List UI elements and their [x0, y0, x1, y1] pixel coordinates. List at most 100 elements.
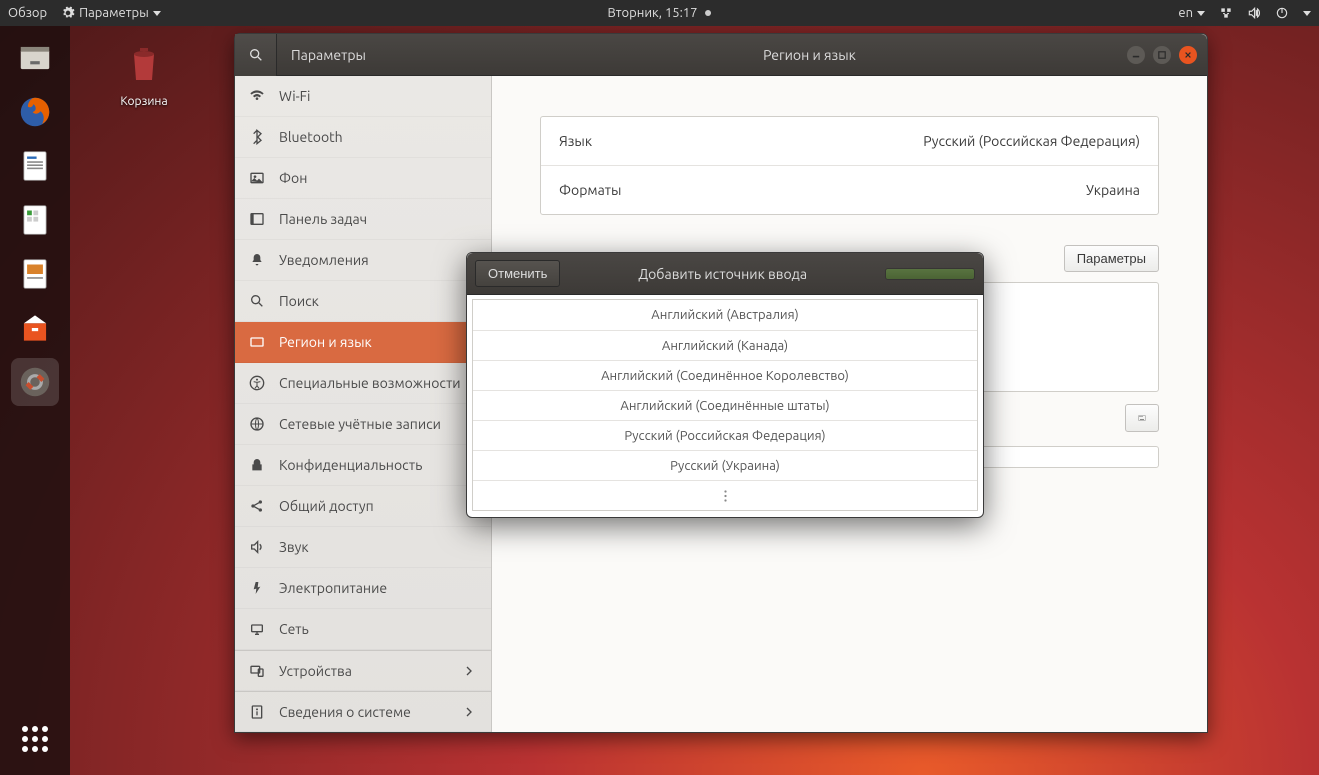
sidebar-item-label: Регион и язык [279, 334, 372, 350]
input-source-option[interactable]: Русский (Российская Федерация) [473, 420, 977, 450]
volume-icon[interactable] [1247, 6, 1261, 20]
input-sources-options-button[interactable]: Параметры [1064, 245, 1159, 272]
minimize-icon [1132, 51, 1140, 59]
input-source-options: Английский (Австралия)Английский (Канада… [467, 295, 983, 517]
add-input-source-dialog: Отменить Добавить источник ввода Английс… [466, 252, 984, 518]
dialog-titlebar[interactable]: Отменить Добавить источник ввода [467, 253, 983, 295]
firefox-icon [16, 93, 54, 131]
sidebar-item-wifi[interactable]: Wi-Fi [235, 76, 491, 117]
input-source-option[interactable]: Английский (Канада) [473, 330, 977, 360]
more-options-button[interactable] [473, 480, 977, 510]
activities-button[interactable]: Обзор [8, 6, 47, 20]
input-source-option[interactable]: Английский (Соединённые штаты) [473, 390, 977, 420]
formats-row[interactable]: Форматы Украина [541, 165, 1158, 214]
chevron-down-icon [153, 11, 161, 16]
sidebar-item-bluetooth[interactable]: Bluetooth [235, 117, 491, 158]
chevron-down-icon [1303, 11, 1311, 16]
chevron-down-icon [1197, 11, 1205, 16]
network-icon[interactable] [1219, 6, 1233, 20]
region-language-group: Язык Русский (Российская Федерация) Форм… [540, 116, 1159, 215]
app-menu[interactable]: Параметры [61, 6, 161, 20]
keyboard-layout-button[interactable] [1125, 404, 1159, 432]
sidebar-item-accounts[interactable]: Сетевые учётные записи [235, 404, 491, 445]
more-vertical-icon [724, 489, 727, 503]
keyboard-icon [1138, 411, 1146, 425]
sidebar-item-label: Общий доступ [279, 498, 374, 514]
dock-item-calc[interactable] [11, 196, 59, 244]
sidebar-item-bell[interactable]: Уведомления [235, 240, 491, 281]
add-button[interactable] [885, 268, 975, 280]
bell-icon [249, 252, 265, 268]
search-icon [249, 293, 265, 309]
sidebar-item-power[interactable]: Электропитание [235, 568, 491, 609]
sidebar-item-label: Специальные возможности [279, 375, 461, 391]
clock[interactable]: Вторник, 15:17 [608, 6, 712, 20]
settings-sidebar: Wi-Fi Bluetooth Фон Панель задач Уведомления… [235, 76, 492, 732]
dock-item-writer[interactable] [11, 142, 59, 190]
files-icon [16, 39, 54, 77]
maximize-button[interactable] [1153, 46, 1171, 64]
dialog-title: Добавить источник ввода [568, 266, 877, 282]
cancel-button[interactable]: Отменить [475, 260, 560, 287]
input-source-option[interactable]: Английский (Соединённое Королевство) [473, 360, 977, 390]
dock [0, 26, 70, 775]
panel-title: Регион и язык [492, 47, 1127, 63]
dock-item-files[interactable] [11, 34, 59, 82]
share-icon [249, 498, 265, 514]
dock-item-settings[interactable] [11, 358, 59, 406]
sidebar-item-network[interactable]: Сеть [235, 609, 491, 650]
sidebar-item-background[interactable]: Фон [235, 158, 491, 199]
sidebar-item-label: Фон [279, 170, 307, 186]
sidebar-item-search[interactable]: Поиск [235, 281, 491, 322]
sidebar-item-share[interactable]: Общий доступ [235, 486, 491, 527]
lang-label: en [1178, 6, 1193, 20]
sidebar-item-dock[interactable]: Панель задач [235, 199, 491, 240]
network-icon [249, 621, 265, 637]
formats-row-label: Форматы [559, 182, 621, 198]
sidebar-item-devices[interactable]: Устройства [235, 650, 491, 691]
language-row-label: Язык [559, 133, 592, 149]
writer-icon [16, 147, 54, 185]
sidebar-item-label: Уведомления [279, 252, 369, 268]
sidebar-search-button[interactable] [235, 34, 277, 76]
impress-icon [16, 255, 54, 293]
maximize-icon [1158, 51, 1166, 59]
power-icon[interactable] [1275, 6, 1289, 20]
sidebar-item-privacy[interactable]: Конфиденциальность [235, 445, 491, 486]
dock-icon [249, 211, 265, 227]
dock-item-firefox[interactable] [11, 88, 59, 136]
input-language-indicator[interactable]: en [1178, 6, 1205, 20]
sidebar-item-label: Панель задач [279, 211, 367, 227]
sidebar-item-sound[interactable]: Звук [235, 527, 491, 568]
region-icon [249, 334, 265, 350]
background-icon [249, 170, 265, 186]
privacy-icon [249, 457, 265, 473]
sidebar-item-label: Электропитание [279, 580, 387, 596]
desktop-trash[interactable]: Корзина [104, 40, 184, 108]
minimize-button[interactable] [1127, 46, 1145, 64]
devices-icon [249, 663, 265, 679]
sidebar-item-label: Звук [279, 539, 309, 555]
chevron-right-icon [461, 704, 477, 720]
bluetooth-icon [249, 129, 265, 145]
input-source-option[interactable]: Русский (Украина) [473, 450, 977, 480]
dock-item-impress[interactable] [11, 250, 59, 298]
language-row[interactable]: Язык Русский (Российская Федерация) [541, 117, 1158, 165]
sidebar-item-info[interactable]: Сведения о системе [235, 691, 491, 732]
apps-grid-icon [22, 726, 48, 752]
sidebar-item-a11y[interactable]: Специальные возможности [235, 363, 491, 404]
close-button[interactable] [1179, 46, 1197, 64]
sidebar-item-label: Устройства [279, 663, 352, 679]
sidebar-item-label: Сетевые учётные записи [279, 416, 441, 432]
window-titlebar[interactable]: Параметры Регион и язык [235, 34, 1207, 76]
formats-row-value: Украина [1086, 182, 1140, 198]
show-applications-button[interactable] [11, 715, 59, 763]
dock-item-software[interactable] [11, 304, 59, 352]
notification-dot-icon [705, 10, 711, 16]
search-icon [248, 47, 264, 63]
input-source-option[interactable]: Английский (Австралия) [473, 300, 977, 330]
power-icon [249, 580, 265, 596]
sidebar-item-region[interactable]: Регион и язык [235, 322, 491, 363]
sidebar-item-label: Wi-Fi [279, 88, 310, 104]
software-icon [16, 309, 54, 347]
